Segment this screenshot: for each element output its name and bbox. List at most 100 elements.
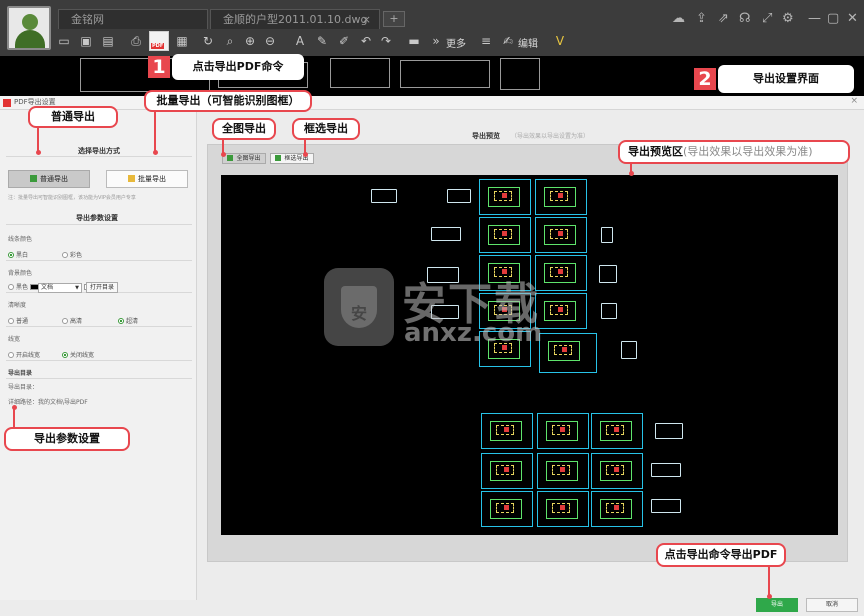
batch-callout-line (154, 112, 156, 152)
batch-callout: 批量导出（可智能识别图框） (144, 90, 312, 112)
tab-home-label: 金铭网 (71, 13, 104, 26)
more-label[interactable]: 更多 (446, 35, 466, 50)
tab-drawing-label: 金顺的户型2011.01.10.dwg (223, 13, 368, 26)
undo-icon[interactable]: ↶ (358, 33, 374, 49)
image-icon[interactable]: ▦ (174, 33, 190, 49)
line-color-bw-radio[interactable]: 黑白 (8, 250, 28, 259)
line-color-label: 线条颜色 (8, 236, 33, 243)
save-icon[interactable]: ▣ (78, 33, 94, 49)
pdf-icon: PDF (151, 43, 165, 49)
clarity-normal-radio[interactable]: 普通 (8, 316, 28, 325)
preview-subtitle: （导出效果以导出设置为准） (511, 133, 590, 140)
watermark-url: anxz.com (404, 318, 543, 348)
print-icon[interactable]: ⎙ (128, 33, 144, 49)
layers-icon[interactable]: ≡ (478, 33, 494, 49)
headset-icon[interactable]: ☊ (739, 11, 751, 26)
main-toolbar: ▭ ▣ ▤ ⎙ PDF ▦ ↻ ⌕ ⊕ ⊖ A ✎ ✐ ↶ ↷ ▬ » 更多 ≡… (52, 31, 864, 53)
edit-icon[interactable]: ✍ (500, 33, 516, 49)
step2-badge: 2 (694, 68, 716, 90)
edit-label[interactable]: 编辑 (518, 35, 538, 50)
app-titlebar: 金铭网 金顺的户型2011.01.10.dwg × + ☁ ⇪ ⇗ ☊ ⤢ ⚙ … (0, 0, 864, 56)
clarity-uhd-radio[interactable]: 超清 (118, 316, 138, 325)
full-export-button[interactable]: 全图导出 (222, 153, 266, 164)
export-path-text: 详细路径：我的文档\导出PDF (8, 399, 88, 406)
export-dir-select[interactable]: 文档 ▼ (38, 283, 82, 293)
pen-icon[interactable]: ✎ (314, 33, 330, 49)
tab-close-icon[interactable]: × (362, 10, 371, 30)
preview-callout-label: 导出预览区 (628, 145, 683, 158)
open-dir-button[interactable]: 打开目录 (86, 282, 118, 293)
clarity-hd-radio[interactable]: 高清 (62, 316, 82, 325)
chevron-down-icon: ▼ (75, 285, 79, 291)
export-cmd-callout-line (768, 567, 770, 597)
params-callout-line (13, 408, 15, 427)
open-icon[interactable]: ▭ (56, 33, 72, 49)
export-dir-title: 导出目录 (8, 370, 33, 377)
params-title: 导出参数设置 (76, 214, 118, 222)
normal-callout-line (37, 128, 39, 152)
batch-export-button[interactable]: 批量导出 (106, 170, 188, 188)
frame-callout: 框选导出 (292, 118, 360, 140)
watermark-shield-char: 安 (351, 304, 368, 323)
preview-callout-note: (导出效果以导出效果为准) (683, 145, 813, 158)
cancel-button[interactable]: 取消 (806, 598, 858, 612)
batch-export-note: 注：批量导出可智能识别图框，该功能为VIP会员用户专享 (8, 195, 136, 201)
cloud-icon[interactable]: ☁ (672, 11, 685, 26)
export-settings-panel: 选择导出方式 普通导出 批量导出 注：批量导出可智能识别图框，该功能为VIP会员… (0, 110, 197, 600)
normal-export-button[interactable]: 普通导出 (8, 170, 90, 188)
frame-export-icon (275, 155, 282, 161)
linewidth-off-radio[interactable]: 关闭线宽 (62, 350, 94, 359)
full-export-icon (227, 155, 234, 161)
dialog-close-icon[interactable]: × (850, 96, 858, 106)
user-avatar[interactable] (7, 6, 51, 50)
close-icon[interactable]: ✕ (847, 11, 858, 26)
tab-drawing[interactable]: 金顺的户型2011.01.10.dwg × (210, 9, 380, 29)
full-callout-dot (221, 152, 226, 157)
export-mode-title: 选择导出方式 (78, 147, 120, 155)
marker-icon[interactable]: ✐ (336, 33, 352, 49)
linewidth-label: 线宽 (8, 336, 21, 343)
normal-export-label: 普通导出 (40, 175, 68, 183)
minimize-icon[interactable]: — (808, 11, 821, 26)
params-callout-dot (12, 405, 17, 410)
normal-callout-dot (36, 150, 41, 155)
normal-export-icon (30, 175, 37, 182)
new-tab-button[interactable]: + (383, 11, 405, 27)
share-icon[interactable]: ⇗ (718, 11, 729, 26)
pdf-dialog-icon (3, 99, 11, 107)
more-icon[interactable]: » (428, 33, 444, 49)
step1-callout: 点击导出PDF命令 (172, 54, 304, 80)
frame-callout-dot (303, 152, 308, 157)
export-pdf-button[interactable]: PDF (149, 31, 169, 51)
step2-callout: 导出设置界面 (718, 65, 854, 93)
line-color-color-radio[interactable]: 彩色 (62, 250, 82, 259)
fullscreen-icon[interactable]: ⤢ (762, 11, 772, 26)
preview-title: 导出预览 (472, 132, 500, 140)
vip-icon[interactable]: V (552, 33, 568, 49)
zoom-out-icon[interactable]: ⊖ (262, 33, 278, 49)
zoom-icon[interactable]: ⌕ (222, 33, 238, 49)
full-callout: 全图导出 (212, 118, 276, 140)
layer-icon[interactable]: ▬ (406, 33, 422, 49)
refresh-icon[interactable]: ↻ (200, 33, 216, 49)
redo-icon[interactable]: ↷ (378, 33, 394, 49)
normal-callout: 普通导出 (28, 106, 118, 128)
tab-home[interactable]: 金铭网 (58, 9, 208, 29)
batch-export-icon (128, 175, 135, 182)
export-button[interactable]: 导出 (756, 598, 798, 612)
settings-icon[interactable]: ⚙ (782, 11, 794, 26)
export-dir-label: 导出目录： (8, 384, 39, 391)
text-icon[interactable]: A (292, 33, 308, 49)
clarity-label: 清晰度 (8, 302, 27, 309)
linewidth-on-radio[interactable]: 开启线宽 (8, 350, 40, 359)
batch-callout-dot (153, 150, 158, 155)
export-cmd-callout: 点击导出命令导出PDF (656, 543, 786, 567)
bg-color-label: 背景颜色 (8, 270, 33, 277)
zoom-in-icon[interactable]: ⊕ (242, 33, 258, 49)
upload-icon[interactable]: ⇪ (696, 11, 707, 26)
preview-callout-dot (629, 171, 634, 176)
full-export-label: 全图导出 (236, 155, 261, 162)
bg-black-radio[interactable]: 黑色 (8, 282, 43, 291)
maximize-icon[interactable]: ▢ (827, 11, 839, 26)
save-as-icon[interactable]: ▤ (100, 33, 116, 49)
